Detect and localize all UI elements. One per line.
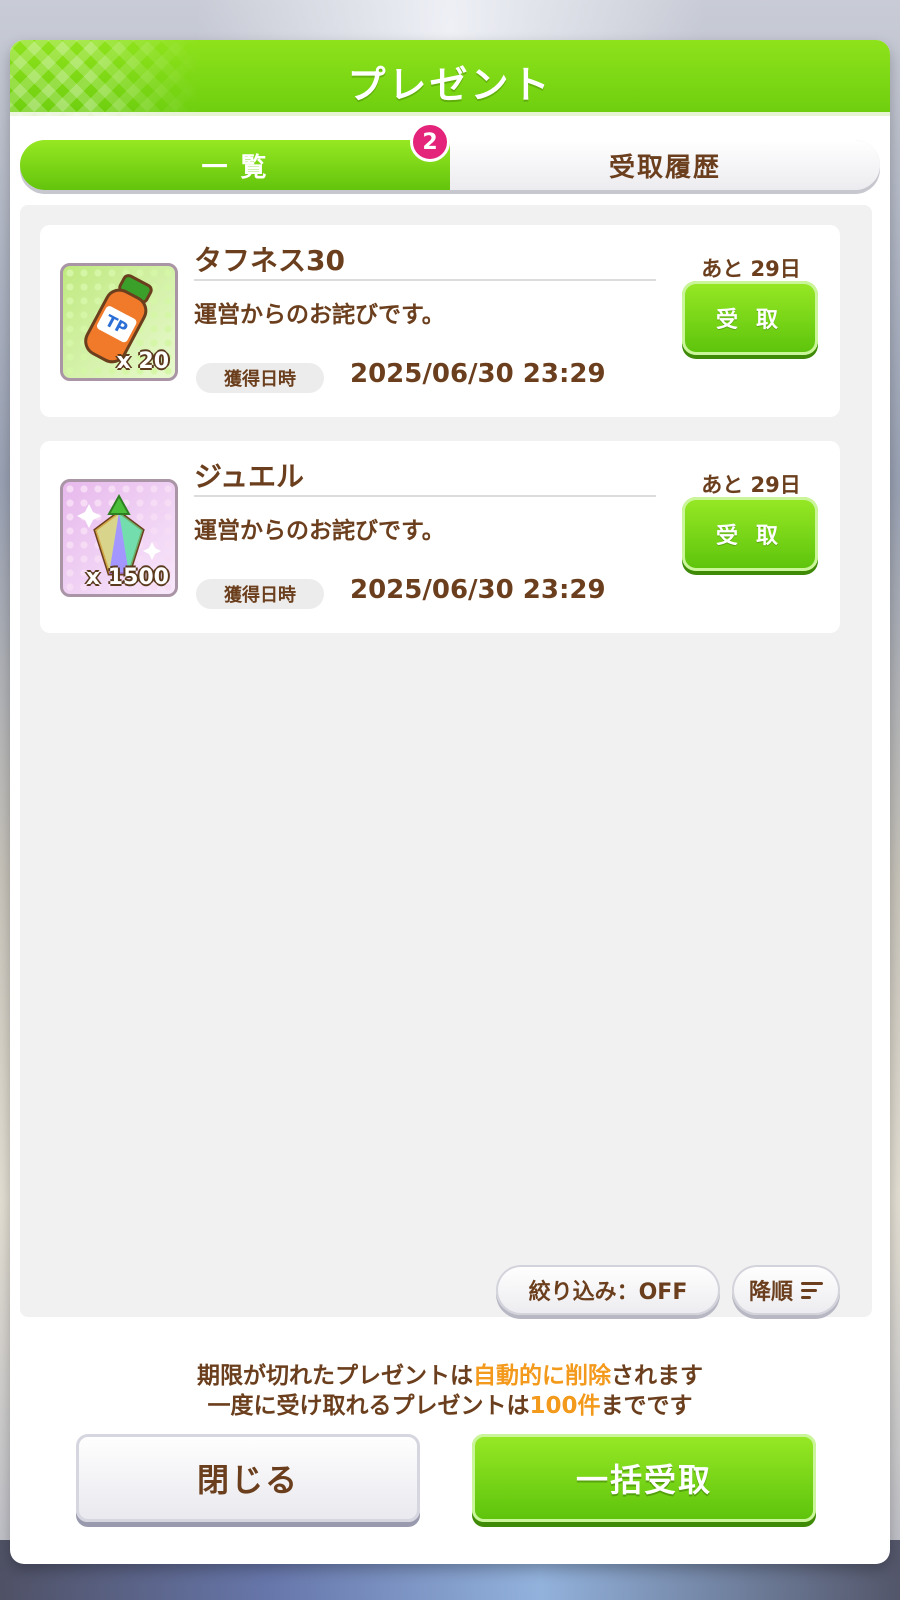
- divider: [194, 279, 656, 281]
- remaining-days: あと 29日: [701, 473, 801, 497]
- notice-text: までです: [600, 1393, 693, 1419]
- item-title: タフネス30: [194, 244, 345, 277]
- dialog-title: プレゼント: [347, 63, 553, 107]
- tab-bar: 一 覧 受取履歴: [20, 140, 880, 190]
- list-item: TP x 20 タフネス30 運営からのお詫びです。 獲得日時 2025/06/…: [40, 225, 840, 417]
- item-quantity: x 20: [116, 349, 169, 374]
- tab-list[interactable]: 一 覧: [20, 140, 450, 190]
- divider: [194, 495, 656, 497]
- limit-notice: 一度に受け取れるプレゼントは100件までです: [10, 1386, 890, 1420]
- unread-count-badge: 2: [410, 122, 450, 162]
- acquired-date-label: 獲得日時: [196, 363, 324, 393]
- list-item: x 1500 ジュエル 運営からのお詫びです。 獲得日時 2025/06/30 …: [40, 441, 840, 633]
- filter-button[interactable]: 絞り込み：OFF: [496, 1265, 720, 1315]
- receive-button[interactable]: 受 取: [682, 281, 818, 355]
- acquired-date: 2025/06/30 23:29: [350, 575, 606, 605]
- filter-label: 絞り込み：OFF: [528, 1280, 688, 1305]
- present-list[interactable]: TP x 20 タフネス30 運営からのお詫びです。 獲得日時 2025/06/…: [20, 205, 872, 1317]
- dialog-header: プレゼント: [10, 40, 890, 116]
- receive-all-button[interactable]: 一括受取: [472, 1434, 816, 1522]
- notice-highlight: 100件: [529, 1393, 601, 1419]
- acquired-date-label: 獲得日時: [196, 579, 324, 609]
- item-description: 運営からのお詫びです。: [194, 302, 445, 328]
- expiry-notice: 期限が切れたプレゼントは自動的に削除されます: [10, 1356, 890, 1390]
- sort-lines-icon: [801, 1281, 823, 1299]
- receive-button[interactable]: 受 取: [682, 497, 818, 571]
- present-dialog: プレゼント 一 覧 受取履歴 2 TP x 20 タフネス30 運営からのお詫び…: [10, 40, 890, 1564]
- acquired-date: 2025/06/30 23:29: [350, 359, 606, 389]
- remaining-days: あと 29日: [701, 257, 801, 281]
- jewel-icon: x 1500: [60, 479, 178, 597]
- tab-history[interactable]: 受取履歴: [450, 140, 880, 190]
- item-title: ジュエル: [194, 460, 305, 493]
- close-button[interactable]: 閉じる: [76, 1434, 420, 1522]
- item-quantity: x 1500: [85, 565, 169, 590]
- tp-bottle-icon: TP x 20: [60, 263, 178, 381]
- notice-text: 一度に受け取れるプレゼントは: [207, 1393, 530, 1419]
- item-description: 運営からのお詫びです。: [194, 518, 445, 544]
- sort-button[interactable]: 降順: [732, 1265, 840, 1315]
- sort-label: 降順: [748, 1280, 793, 1305]
